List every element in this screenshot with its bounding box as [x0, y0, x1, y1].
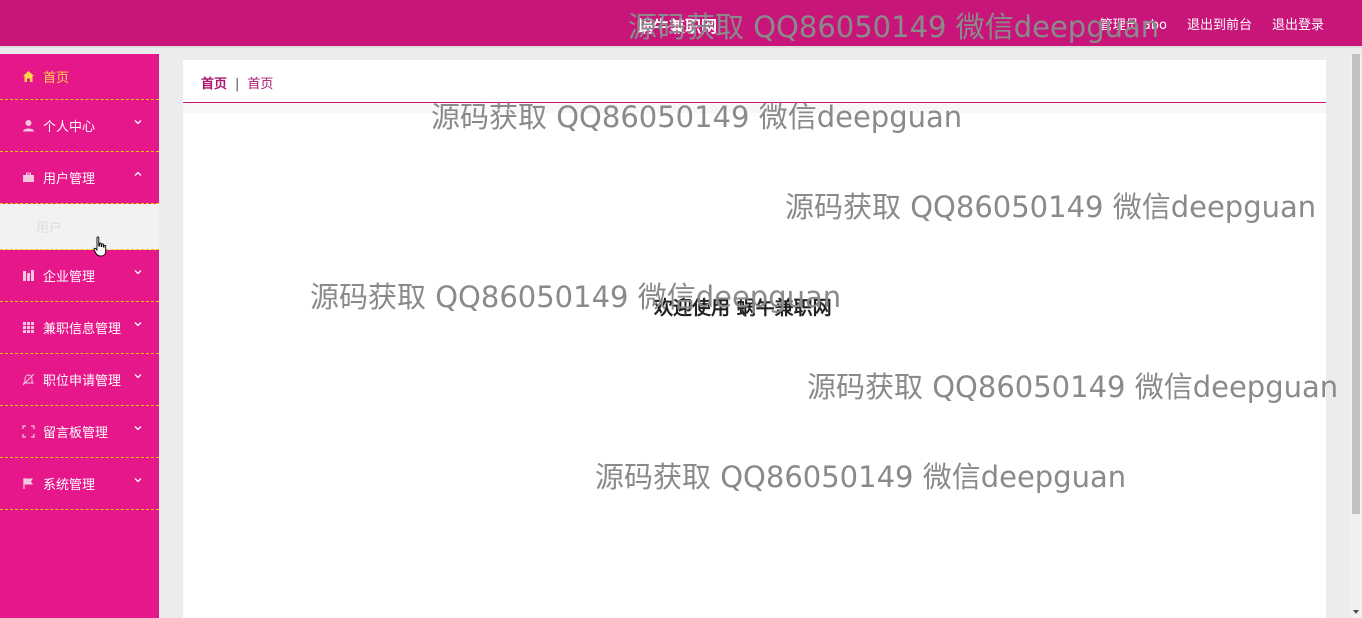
submenu-item-label: 用户 [36, 221, 63, 236]
logout-link[interactable]: 退出登录 [1272, 14, 1324, 33]
sidebar-item-system-management[interactable]: 系统管理 [0, 458, 159, 510]
sidebar-item-label: 个人中心 [43, 120, 96, 135]
chevron-up-icon [134, 171, 142, 176]
back-to-front-link[interactable]: 退出到前台 [1187, 14, 1252, 33]
sidebar-item-label: 职位申请管理 [43, 374, 122, 389]
building-icon [20, 268, 36, 284]
site-title: 蜗牛兼职网 [637, 17, 718, 36]
user-icon [20, 118, 36, 134]
frame-icon [20, 424, 36, 440]
sidebar-item-profile[interactable]: 个人中心 [0, 100, 159, 152]
sidebar-item-parttime-management[interactable]: 兼职信息管理 [0, 302, 159, 354]
chevron-down-icon [134, 374, 142, 379]
bell-icon [20, 372, 36, 388]
chevron-down-icon [134, 478, 142, 483]
sidebar-item-application-management[interactable]: 职位申请管理 [0, 354, 159, 406]
chevron-down-icon [134, 120, 142, 125]
breadcrumb-separator: | [235, 77, 240, 92]
header-actions: 管理员 abo 退出到前台 退出登录 [1100, 14, 1324, 33]
user-label: 管理员 abo [1099, 18, 1167, 33]
main-content: 首页 | 首页 [183, 60, 1326, 618]
sidebar-item-label: 系统管理 [43, 478, 96, 493]
sidebar-item-label: 留言板管理 [43, 426, 109, 441]
breadcrumb: 首页 | 首页 [201, 73, 273, 92]
sidebar-item-label: 兼职信息管理 [43, 322, 122, 337]
sidebar-item-company-management[interactable]: 企业管理 [0, 250, 159, 302]
sidebar-item-home[interactable]: 首页 [0, 54, 159, 100]
scrollbar-thumb[interactable] [1352, 54, 1360, 514]
chevron-down-icon [134, 270, 142, 275]
sidebar-item-user-management[interactable]: 用户管理 [0, 152, 159, 204]
welcome-message: 欢迎使用 蜗牛兼职网 [654, 297, 832, 319]
chevron-down-icon [134, 322, 142, 327]
grid-icon [20, 320, 36, 336]
top-header: 蜗牛兼职网 管理员 abo 退出到前台 退出登录 [0, 0, 1362, 48]
vertical-scrollbar[interactable] [1350, 54, 1362, 618]
flag-icon [20, 476, 36, 492]
breadcrumb-shadow [183, 103, 1326, 113]
breadcrumb-current: 首页 [247, 77, 274, 92]
scroll-down-arrow-icon[interactable] [1352, 608, 1360, 616]
submenu-item-users[interactable]: 用户 [0, 204, 159, 250]
briefcase-icon [20, 170, 36, 186]
sidebar: 首页 个人中心 用户管理 用户 企业管理 兼职信息管理 职位申请管理 留言板管理… [0, 54, 159, 618]
home-icon [20, 69, 36, 85]
hand-pointer-cursor-icon [93, 236, 107, 257]
sidebar-item-label: 企业管理 [43, 270, 96, 285]
sidebar-item-label: 用户管理 [43, 172, 96, 187]
sidebar-item-label: 首页 [43, 71, 70, 86]
chevron-down-icon [134, 426, 142, 431]
breadcrumb-home-link[interactable]: 首页 [201, 77, 227, 92]
sidebar-item-message-board[interactable]: 留言板管理 [0, 406, 159, 458]
